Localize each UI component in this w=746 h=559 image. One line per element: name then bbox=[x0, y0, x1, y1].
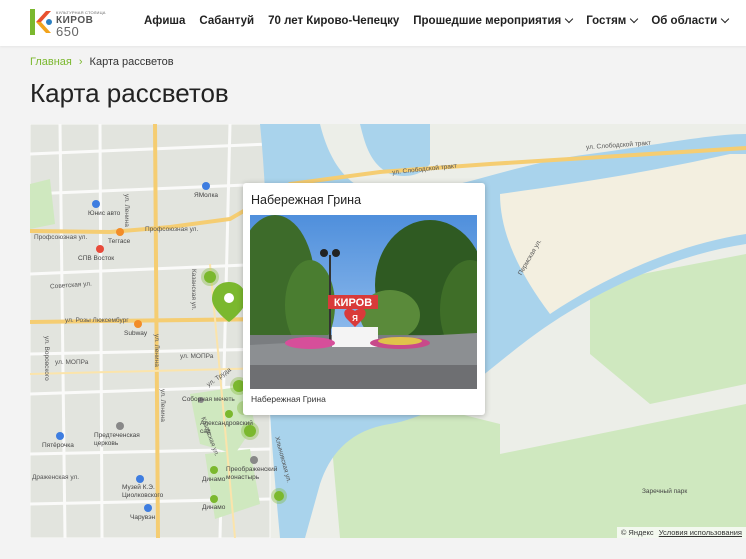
breadcrumb-home-link[interactable]: Главная bbox=[30, 56, 72, 68]
poi-label: Теггасе bbox=[108, 238, 131, 245]
photo-sign-text: КИРОВ bbox=[334, 297, 372, 309]
poi-label: Соборная мечеть bbox=[182, 396, 235, 403]
street-label: ул. Розы Люксембург bbox=[65, 317, 129, 324]
breadcrumb-separator: › bbox=[78, 56, 83, 68]
nav-item-sabantuy[interactable]: Сабантуй bbox=[199, 15, 254, 27]
street-label: Профсоюзная ул. bbox=[34, 234, 88, 241]
location-popup: Набережная Грина КИРОВ Я Набережная Грин… bbox=[243, 183, 485, 415]
map-attribution: © Яндекс Условия использования bbox=[616, 527, 746, 538]
photo-heart-text: Я bbox=[352, 314, 358, 323]
site-header: КУЛЬТУРНАЯ СТОЛИЦА КИРОВ 650 Афиша Сабан… bbox=[0, 0, 746, 46]
nav-item-about-region[interactable]: Об области bbox=[651, 14, 730, 27]
attribution-provider: © Яндекс bbox=[620, 528, 654, 537]
street-label: ул. Воровского bbox=[43, 336, 50, 381]
poi-label: Предтеченская церковь bbox=[94, 432, 140, 447]
breadcrumb: Главная › Карта рассветов bbox=[30, 56, 174, 68]
main-nav: Афиша Сабантуй 70 лет Кирово-Чепецку Про… bbox=[144, 14, 742, 27]
logo-year: 650 bbox=[56, 24, 80, 39]
nav-label: Сабантуй bbox=[199, 15, 255, 27]
street-label: ул. МОПРа bbox=[55, 359, 89, 366]
chevron-down-icon bbox=[564, 14, 574, 24]
photo-image: КИРОВ Я bbox=[250, 215, 477, 389]
site-logo[interactable]: КУЛЬТУРНАЯ СТОЛИЦА КИРОВ 650 bbox=[30, 8, 105, 39]
street-label: ул. Ленина bbox=[159, 389, 166, 422]
poi-label: Чарувэн bbox=[130, 514, 156, 521]
street-label: Казанская ул. bbox=[190, 269, 197, 311]
poi-label: Пятёрочка bbox=[42, 442, 74, 449]
poi-label: Заречный парк bbox=[642, 488, 688, 495]
terms-link[interactable]: Условия использования bbox=[659, 528, 742, 537]
poi-label: СПВ Восток bbox=[78, 255, 115, 262]
poi-label: Юнис авто bbox=[88, 210, 121, 217]
popup-title: Набережная Грина bbox=[251, 193, 362, 207]
chevron-down-icon bbox=[630, 14, 639, 24]
street-label: ул. Ленина bbox=[153, 334, 160, 367]
poi-label: Динамо bbox=[202, 504, 226, 511]
chevron-down-icon bbox=[720, 14, 730, 24]
nav-label: 70 лет Кирово-Чепецку bbox=[268, 15, 400, 27]
poi-label: ЯМолка bbox=[194, 192, 219, 199]
nav-item-past-events[interactable]: Прошедшие мероприятия bbox=[413, 14, 574, 27]
nav-label: Об области bbox=[651, 15, 718, 27]
location-photo[interactable]: КИРОВ Я bbox=[250, 215, 477, 389]
poi-label: Александровский сад bbox=[200, 420, 253, 435]
nav-item-guests[interactable]: Гостям bbox=[586, 14, 639, 27]
popup-caption: Набережная Грина bbox=[251, 394, 326, 404]
logo-mark-icon bbox=[30, 9, 52, 35]
nav-label: Афиша bbox=[144, 15, 186, 27]
nav-item-afisha[interactable]: Афиша bbox=[144, 15, 185, 27]
street-label: Драженская ул. bbox=[32, 474, 80, 481]
page-title: Карта рассветов bbox=[30, 78, 229, 108]
breadcrumb-current: Карта рассветов bbox=[89, 56, 174, 68]
nav-item-kirovo-chepetsk[interactable]: 70 лет Кирово-Чепецку bbox=[268, 15, 399, 27]
poi-label: Subway bbox=[124, 330, 148, 337]
street-label: ул. Ленина bbox=[123, 194, 130, 227]
poi-label: Преображенский монастырь bbox=[226, 466, 278, 481]
nav-label: Прошедшие мероприятия bbox=[413, 15, 562, 27]
street-label: ул. МОПРа bbox=[180, 353, 214, 360]
poi-label: Музей К.Э. Циолковского bbox=[122, 484, 164, 499]
nav-label: Гостям bbox=[586, 15, 627, 27]
street-label: Профсоюзная ул. bbox=[145, 226, 199, 233]
poi-label: Динамо bbox=[202, 476, 226, 483]
